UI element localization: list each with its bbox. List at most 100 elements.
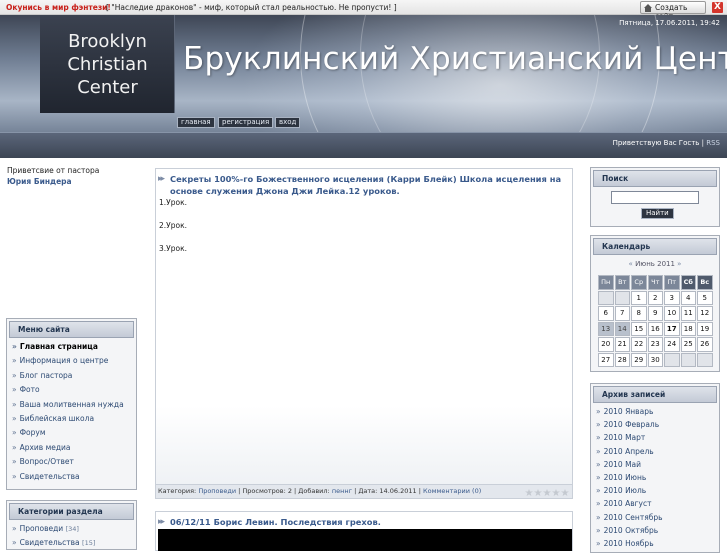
archive-item[interactable]: 2010 Июль: [596, 486, 719, 499]
pastor-greeting-label: Приветсвие от пастора: [7, 166, 100, 175]
archive-item[interactable]: 2010 Март: [596, 433, 719, 446]
calendar-day[interactable]: 21: [614, 337, 630, 352]
calendar-day[interactable]: 26: [697, 337, 713, 352]
archive-item[interactable]: 2010 Сентябрь: [596, 513, 719, 526]
logo-line: Christian: [67, 54, 148, 75]
menu-item-prayer[interactable]: Ваша молитвенная нужда: [12, 400, 136, 414]
archive-block: Архив записей 2010 Январь2010 Февраль201…: [590, 383, 720, 553]
star-icon[interactable]: [543, 489, 551, 496]
site-menu-list: Главная страница Информация о центре Бло…: [12, 342, 136, 486]
search-button[interactable]: Найти: [641, 208, 674, 219]
meta-comments-link[interactable]: Комментарии (0): [423, 487, 481, 495]
calendar-weekday: Чт: [647, 275, 663, 290]
promo-text[interactable]: [ "Наследие драконов" - миф, который ста…: [106, 3, 397, 12]
create-site-button[interactable]: Создать сайт: [640, 1, 706, 21]
category-item[interactable]: Проповеди [34]: [12, 524, 136, 538]
calendar-grid: Пн Вт Ср Чт Пт Сб Вс 1 2 3 4 5 6 7 8 9 10 11 12 13 14 15 16 17 1…: [597, 274, 714, 368]
pastor-name-link[interactable]: Юрия Биндера: [7, 177, 72, 186]
calendar-day[interactable]: 6: [598, 306, 614, 321]
archive-item[interactable]: 2010 Май: [596, 460, 719, 473]
calendar-day[interactable]: 9: [647, 306, 663, 321]
calendar-day[interactable]: 20: [598, 337, 614, 352]
menu-item-photo[interactable]: Фото: [12, 385, 136, 399]
post-title-link[interactable]: 06/12/11 Борис Левин. Последствия грехов…: [170, 516, 565, 528]
category-count: [34]: [65, 525, 79, 533]
category-count: [15]: [82, 539, 96, 547]
calendar-day[interactable]: 16: [647, 321, 663, 336]
video-player[interactable]: [158, 529, 572, 551]
star-icon[interactable]: [534, 489, 542, 496]
rating-stars[interactable]: [524, 488, 569, 498]
calendar-next-button[interactable]: »: [677, 260, 681, 268]
rss-link[interactable]: RSS: [706, 139, 720, 147]
post-title-link[interactable]: Секреты 100%-го Божественного исцеления …: [170, 173, 565, 197]
calendar-month[interactable]: Июнь 2011: [635, 260, 675, 268]
calendar-day[interactable]: 29: [631, 352, 647, 367]
category-item[interactable]: Свидетельства [15]: [12, 538, 136, 552]
menu-item-about[interactable]: Информация о центре: [12, 356, 136, 370]
archive-item[interactable]: 2010 Ноябрь: [596, 539, 719, 552]
post-body: 1.Урок. 2.Урок. 3.Урок.: [159, 198, 187, 267]
archive-item[interactable]: 2010 Апрель: [596, 447, 719, 460]
meta-category-link[interactable]: Проповеди: [198, 487, 236, 495]
search-block: Поиск Найти: [590, 167, 720, 227]
site-title: Бруклинский Христианский Центр: [183, 41, 727, 77]
calendar-day[interactable]: 5: [697, 290, 713, 305]
calendar-day[interactable]: 28: [614, 352, 630, 367]
star-icon[interactable]: [552, 489, 560, 496]
calendar-day[interactable]: 17: [664, 321, 680, 336]
calendar-prev-button[interactable]: «: [629, 260, 633, 268]
nav-home-button[interactable]: главная: [177, 117, 215, 128]
calendar-weekday: Вт: [614, 275, 630, 290]
archive-item[interactable]: 2010 Январь: [596, 407, 719, 420]
menu-item-blog[interactable]: Блог пастора: [12, 371, 136, 385]
calendar-day[interactable]: 15: [631, 321, 647, 336]
calendar-day[interactable]: 1: [631, 290, 647, 305]
logo[interactable]: Brooklyn Christian Center: [40, 15, 175, 113]
calendar-day[interactable]: 23: [647, 337, 663, 352]
menu-item-bible-school[interactable]: Библейская школа: [12, 414, 136, 428]
calendar-day[interactable]: 18: [680, 321, 696, 336]
close-icon[interactable]: X: [712, 2, 723, 13]
calendar-day[interactable]: 30: [647, 352, 663, 367]
archive-list: 2010 Январь2010 Февраль2010 Март2010 Апр…: [596, 407, 719, 552]
menu-item-home[interactable]: Главная страница: [12, 342, 136, 356]
post-line: 3.Урок.: [159, 244, 187, 253]
current-date: Пятница, 17.06.2011, 19:42: [619, 19, 720, 27]
calendar-day[interactable]: 7: [614, 306, 630, 321]
menu-item-testimonies[interactable]: Свидетельства: [12, 472, 136, 486]
archive-item[interactable]: 2010 Февраль: [596, 420, 719, 433]
calendar-day[interactable]: 22: [631, 337, 647, 352]
archive-item[interactable]: 2010 Октябрь: [596, 526, 719, 539]
calendar-day[interactable]: 19: [697, 321, 713, 336]
star-icon[interactable]: [561, 489, 569, 496]
nav-register-button[interactable]: регистрация: [218, 117, 274, 128]
calendar-day[interactable]: 8: [631, 306, 647, 321]
calendar-day[interactable]: 27: [598, 352, 614, 367]
post-entry: ▸▸ 06/12/11 Борис Левин. Последствия гре…: [155, 511, 573, 551]
archive-item[interactable]: 2010 Июнь: [596, 473, 719, 486]
archive-item[interactable]: 2010 Август: [596, 499, 719, 512]
search-input[interactable]: [611, 191, 699, 204]
calendar-day[interactable]: 2: [647, 290, 663, 305]
promo-bar: Окунись в мир фэнтези! [ "Наследие драко…: [0, 0, 727, 21]
menu-item-forum[interactable]: Форум: [12, 428, 136, 442]
menu-item-qa[interactable]: Вопрос/Ответ: [12, 457, 136, 471]
calendar-day[interactable]: 24: [664, 337, 680, 352]
promo-link[interactable]: Окунись в мир фэнтези!: [6, 3, 111, 12]
meta-author-link[interactable]: пеннг: [332, 487, 352, 495]
menu-item-media-archive[interactable]: Архив медиа: [12, 443, 136, 457]
categories-title: Категории раздела: [9, 503, 134, 520]
calendar-day[interactable]: 14: [614, 321, 630, 336]
site-header: Brooklyn Christian Center Пятница, 17.06…: [0, 15, 727, 158]
calendar-day[interactable]: 4: [680, 290, 696, 305]
star-icon[interactable]: [525, 489, 533, 496]
calendar-day[interactable]: 13: [598, 321, 614, 336]
calendar-day[interactable]: 11: [680, 306, 696, 321]
calendar-day[interactable]: 10: [664, 306, 680, 321]
calendar-day[interactable]: 25: [680, 337, 696, 352]
calendar-block: Календарь « Июнь 2011 » Пн Вт Ср Чт Пт Сб Вс 1 2…: [590, 235, 720, 372]
calendar-day[interactable]: 3: [664, 290, 680, 305]
calendar-day[interactable]: 12: [697, 306, 713, 321]
nav-login-button[interactable]: вход: [275, 117, 301, 128]
